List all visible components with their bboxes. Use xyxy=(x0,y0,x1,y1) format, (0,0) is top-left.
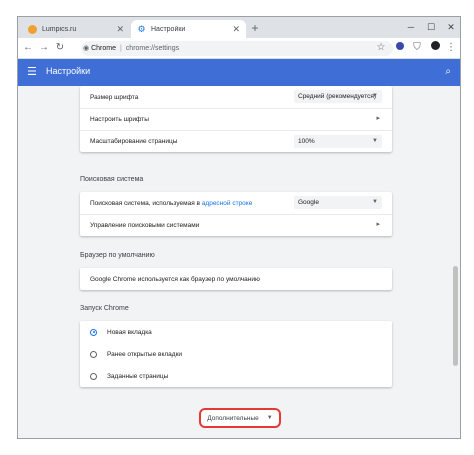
manage-search-engines-label: Управление поисковыми системами xyxy=(90,222,200,229)
manage-search-engines-row[interactable]: Управление поисковыми системами ▸ xyxy=(80,214,392,236)
plus-icon[interactable]: + xyxy=(248,21,262,35)
extension-icon[interactable] xyxy=(392,40,408,56)
avatar[interactable] xyxy=(427,40,443,56)
shield-icon[interactable]: ⛉ xyxy=(409,40,425,56)
scrollbar-thumb[interactable] xyxy=(453,266,458,366)
settings-favicon-icon: ⚙ xyxy=(137,23,146,34)
browser-window: Lumpics.ru ✕ ⚙ Настройки ✕ + ─ ☐ ✕ ← → ↻… xyxy=(17,16,461,439)
settings-content: Размер шрифта Средний (рекомендуется) ▼ … xyxy=(18,86,460,438)
close-tab-icon[interactable]: ✕ xyxy=(232,24,240,35)
startup-option-specific-pages[interactable]: Заданные страницы xyxy=(80,365,392,387)
browser-toolbar: ← → ↻ ◉ Chrome | chrome://settings ☆ ⛉ ⋮ xyxy=(18,38,460,59)
back-arrow-icon[interactable]: ← xyxy=(20,40,36,56)
on-startup-card: Новая вкладка Ранее открытые вкладки Зад… xyxy=(80,321,392,387)
search-engine-heading: Поисковая система xyxy=(80,176,144,183)
search-engine-value: Google xyxy=(298,199,319,206)
chevron-right-icon: ▸ xyxy=(376,221,380,228)
tab-settings[interactable]: ⚙ Настройки ✕ xyxy=(131,20,246,38)
tab-title: Lumpics.ru xyxy=(42,25,77,33)
chevron-down-icon: ▼ xyxy=(372,138,378,144)
customize-fonts-label: Настроить шрифты xyxy=(90,116,149,123)
close-tab-icon[interactable]: ✕ xyxy=(116,24,124,35)
radio-selected[interactable] xyxy=(90,328,97,336)
chevron-right-icon: ▸ xyxy=(376,115,380,122)
lumpics-favicon-icon xyxy=(28,24,37,34)
font-size-select[interactable]: Средний (рекомендуется) ▼ xyxy=(294,90,382,103)
chevron-down-icon: ▼ xyxy=(372,93,378,99)
divider: | xyxy=(119,45,122,52)
tab-lumpics[interactable]: Lumpics.ru ✕ xyxy=(22,20,130,38)
startup-option-label: Новая вкладка xyxy=(107,328,152,336)
advanced-button[interactable]: Дополнительные ▼ xyxy=(199,408,281,428)
maximize-button[interactable]: ☐ xyxy=(421,18,441,36)
tab-strip: Lumpics.ru ✕ ⚙ Настройки ✕ + ─ ☐ ✕ xyxy=(18,17,460,38)
font-size-value: Средний (рекомендуется) xyxy=(298,93,377,100)
default-browser-card: Google Chrome используется как браузер п… xyxy=(80,268,392,290)
settings-header: ☰ Настройки ⌕ xyxy=(18,59,460,86)
address-bar-link[interactable]: адресной строке xyxy=(202,200,253,207)
search-engine-row: Поисковая система, используемая в адресн… xyxy=(80,192,392,214)
search-engine-label-text: Поисковая система, используемая в xyxy=(90,199,200,207)
radio-unselected[interactable] xyxy=(90,350,97,358)
default-browser-row: Google Chrome используется как браузер п… xyxy=(80,268,392,290)
chevron-down-icon: ▼ xyxy=(372,199,378,205)
font-size-row: Размер шрифта Средний (рекомендуется) ▼ xyxy=(80,86,392,108)
chevron-down-icon: ▼ xyxy=(266,415,273,421)
radio-unselected[interactable] xyxy=(90,372,97,380)
scrollbar[interactable] xyxy=(451,86,460,438)
startup-option-new-tab[interactable]: Новая вкладка xyxy=(80,321,392,343)
page-zoom-row: Масштабирование страницы 100% ▼ xyxy=(80,130,392,152)
search-engine-select[interactable]: Google ▼ xyxy=(294,196,382,209)
search-engine-card: Поисковая система, используемая в адресн… xyxy=(80,192,392,236)
on-startup-heading: Запуск Chrome xyxy=(80,305,129,312)
forward-arrow-icon[interactable]: → xyxy=(36,40,52,56)
page-zoom-select[interactable]: 100% ▼ xyxy=(294,135,382,148)
appearance-card: Размер шрифта Средний (рекомендуется) ▼ … xyxy=(80,86,392,152)
tab-title: Настройки xyxy=(151,25,186,33)
menu-dots-icon[interactable]: ⋮ xyxy=(443,40,459,56)
secure-chrome-icon: ◉ xyxy=(83,45,90,52)
reload-icon[interactable]: ↻ xyxy=(52,40,68,56)
omnibox-prefix: Chrome xyxy=(91,45,116,52)
default-browser-heading: Браузер по умолчанию xyxy=(80,252,155,259)
minimize-button[interactable]: ─ xyxy=(401,18,421,36)
bookmark-star-icon[interactable]: ☆ xyxy=(373,40,389,56)
page-zoom-value: 100% xyxy=(298,138,315,145)
customize-fonts-row[interactable]: Настроить шрифты ▸ xyxy=(80,108,392,130)
address-bar[interactable]: ◉ Chrome | chrome://settings xyxy=(81,41,393,56)
startup-option-label: Заданные страницы xyxy=(107,372,169,380)
hamburger-menu-icon[interactable]: ☰ xyxy=(27,66,39,78)
advanced-label: Дополнительные xyxy=(207,414,259,422)
omnibox-path: chrome://settings xyxy=(125,45,180,52)
page-title: Настройки xyxy=(46,66,91,76)
search-icon[interactable]: ⌕ xyxy=(445,66,451,77)
startup-option-continue[interactable]: Ранее открытые вкладки xyxy=(80,343,392,365)
close-window-button[interactable]: ✕ xyxy=(441,18,460,36)
startup-option-label: Ранее открытые вкладки xyxy=(107,350,183,358)
default-browser-status: Google Chrome используется как браузер п… xyxy=(90,275,260,283)
